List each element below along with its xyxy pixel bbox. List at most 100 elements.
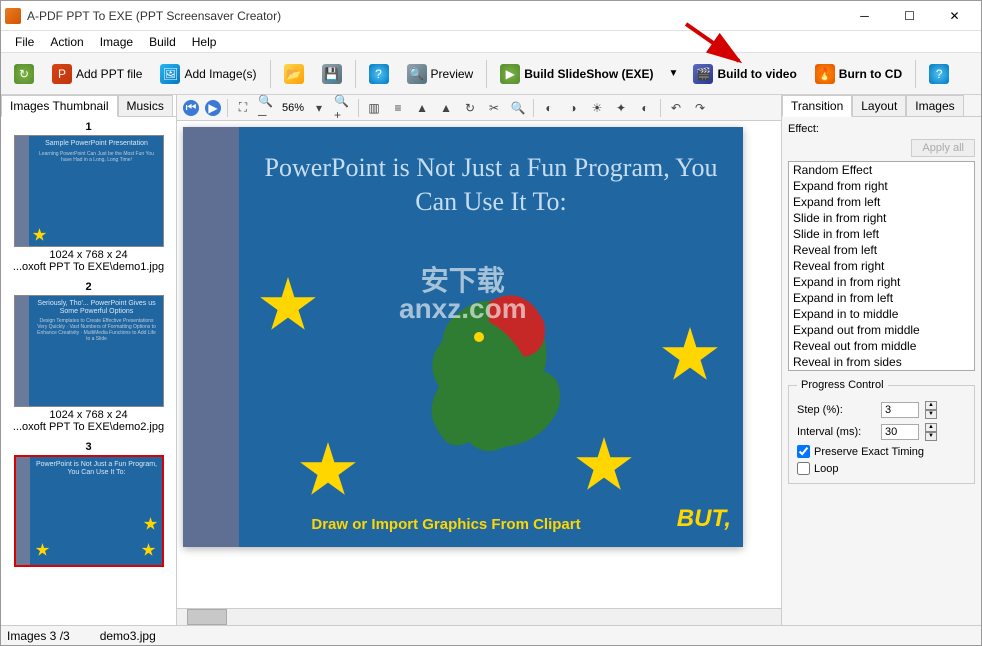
effect-icon[interactable]: 🔍 [509, 99, 527, 117]
effect-option[interactable]: Expand in from left [789, 290, 974, 306]
step-input[interactable] [881, 402, 919, 418]
close-button[interactable]: ✕ [932, 2, 977, 30]
slideshow-icon: ▶ [500, 64, 520, 84]
horizontal-scrollbar[interactable] [177, 608, 781, 625]
sun-icon[interactable]: ☀ [588, 99, 606, 117]
effect-option[interactable]: Random Effect [789, 162, 974, 178]
step-spinner[interactable]: ▲▼ [925, 401, 937, 419]
status-count: Images 3 /3 [7, 629, 70, 643]
separator [486, 60, 487, 88]
effect-option[interactable]: Slide in from right [789, 210, 974, 226]
effect-option[interactable]: Expand in to middle [789, 306, 974, 322]
about-button[interactable]: ? [922, 60, 956, 88]
burn-cd-button[interactable]: 🔥Burn to CD [808, 60, 909, 88]
preview-toolbar: ⏮ ▶ ⛶ 🔍─ 56% ▾ 🔍+ ▥ ≡ ▲ ▲ ↻ ✂ 🔍 ◐ ◑ ☀ ✦ … [177, 95, 781, 121]
left-panel: Images Thumbnail Musics 1 Sample PowerPo… [1, 95, 177, 625]
help-button[interactable]: ? [362, 60, 396, 88]
effect-option[interactable]: Expand from right [789, 178, 974, 194]
minimize-button[interactable]: ─ [842, 2, 887, 30]
interval-spinner[interactable]: ▲▼ [925, 423, 937, 441]
menu-action[interactable]: Action [42, 33, 91, 51]
effect-option[interactable]: Reveal in from sides [789, 354, 974, 370]
menu-image[interactable]: Image [92, 33, 141, 51]
slide-subtitle: Draw or Import Graphics From Clipart [239, 516, 653, 533]
build-video-button[interactable]: 🎬Build to video [686, 60, 803, 88]
preserve-timing-checkbox[interactable] [797, 445, 810, 458]
thumbnail-list[interactable]: 1 Sample PowerPoint PresentationLearning… [1, 117, 176, 625]
save-icon: 💾 [322, 64, 342, 84]
preview-viewport[interactable]: PowerPoint is Not Just a Fun Program, Yo… [177, 121, 781, 608]
separator [355, 60, 356, 88]
help-icon: ? [369, 64, 389, 84]
effect-listbox[interactable]: Random EffectExpand from rightExpand fro… [788, 161, 975, 371]
contrast-icon[interactable]: ◐ [540, 99, 558, 117]
loop-checkbox[interactable] [797, 462, 810, 475]
nav-play-icon[interactable]: ▶ [205, 100, 221, 116]
tab-transition[interactable]: Transition [782, 95, 852, 117]
info-icon: ? [929, 64, 949, 84]
thumbnail-item[interactable]: 2 Seriously, Tho'... PowerPoint Gives us… [5, 281, 172, 433]
redo-icon[interactable]: ↷ [691, 99, 709, 117]
step-label: Step (%): [797, 404, 875, 416]
apply-all-button[interactable]: Apply all [911, 139, 975, 157]
flip-h-icon[interactable]: ▥ [365, 99, 383, 117]
nav-first-icon[interactable]: ⏮ [183, 100, 199, 116]
star-icon[interactable]: ✦ [612, 99, 630, 117]
rotate-right-icon[interactable]: ▲ [437, 99, 455, 117]
effect-option[interactable]: Reveal out from middle [789, 338, 974, 354]
slide-but-text: BUT, [677, 505, 731, 533]
open-button[interactable]: 📂 [277, 60, 311, 88]
separator [270, 60, 271, 88]
menu-bar: File Action Image Build Help [1, 31, 981, 53]
zoom-value: 56% [282, 102, 304, 114]
center-panel: ⏮ ▶ ⛶ 🔍─ 56% ▾ 🔍+ ▥ ≡ ▲ ▲ ↻ ✂ 🔍 ◐ ◑ ☀ ✦ … [177, 95, 781, 625]
tab-musics[interactable]: Musics [118, 95, 173, 117]
dragon-graphic [394, 277, 594, 477]
effect-option[interactable]: Expand out from middle [789, 322, 974, 338]
effect-option[interactable]: Expand from left [789, 194, 974, 210]
menu-help[interactable]: Help [184, 33, 225, 51]
effect-option[interactable]: Expand in from sides [789, 370, 974, 371]
tab-images[interactable]: Images [906, 95, 963, 117]
fit-icon[interactable]: ⛶ [234, 99, 252, 117]
undo-icon[interactable]: ↶ [667, 99, 685, 117]
thumbnail-item[interactable]: 1 Sample PowerPoint PresentationLearning… [5, 121, 172, 273]
flip-v-icon[interactable]: ≡ [389, 99, 407, 117]
folder-open-icon: 📂 [284, 64, 304, 84]
menu-build[interactable]: Build [141, 33, 184, 51]
thumbnail-item[interactable]: 3 PowerPoint is Not Just a Fun Program, … [5, 441, 172, 567]
tab-layout[interactable]: Layout [852, 95, 906, 117]
separator [915, 60, 916, 88]
effect-label: Effect: [788, 123, 975, 135]
effect-option[interactable]: Reveal from left [789, 242, 974, 258]
crop-icon[interactable]: ✂ [485, 99, 503, 117]
rotate-icon[interactable]: ↻ [461, 99, 479, 117]
interval-label: Interval (ms): [797, 426, 875, 438]
save-button[interactable]: 💾 [315, 60, 349, 88]
zoom-dropdown[interactable]: ▾ [310, 99, 328, 117]
effect-option[interactable]: Reveal from right [789, 258, 974, 274]
preview-button[interactable]: 🔍Preview [400, 60, 481, 88]
zoom-out-icon[interactable]: 🔍─ [258, 99, 276, 117]
interval-input[interactable] [881, 424, 919, 440]
build-slideshow-button[interactable]: ▶Build SlideShow (EXE) [493, 60, 660, 88]
maximize-button[interactable]: ☐ [887, 2, 932, 30]
adjust-icon[interactable]: ◐ [636, 99, 654, 117]
zoom-in-icon[interactable]: 🔍+ [334, 99, 352, 117]
window-title: A-PDF PPT To EXE (PPT Screensaver Creato… [27, 9, 842, 23]
menu-file[interactable]: File [7, 33, 42, 51]
tab-thumbnails[interactable]: Images Thumbnail [1, 95, 118, 117]
brightness-icon[interactable]: ◑ [564, 99, 582, 117]
title-bar: A-PDF PPT To EXE (PPT Screensaver Creato… [1, 1, 981, 31]
ppt-icon: P [52, 64, 72, 84]
add-images-button[interactable]: 🖼Add Image(s) [153, 60, 263, 88]
rotate-left-icon[interactable]: ▲ [413, 99, 431, 117]
star-graphic [259, 277, 317, 335]
effect-option[interactable]: Expand in from right [789, 274, 974, 290]
add-ppt-button[interactable]: PAdd PPT file [45, 60, 149, 88]
effect-option[interactable]: Slide in from left [789, 226, 974, 242]
right-panel: Transition Layout Images Effect: Apply a… [781, 95, 981, 625]
build-dropdown[interactable]: ▼ [665, 68, 683, 79]
new-button[interactable]: ↻ [7, 60, 41, 88]
status-bar: Images 3 /3 demo3.jpg [1, 625, 981, 645]
